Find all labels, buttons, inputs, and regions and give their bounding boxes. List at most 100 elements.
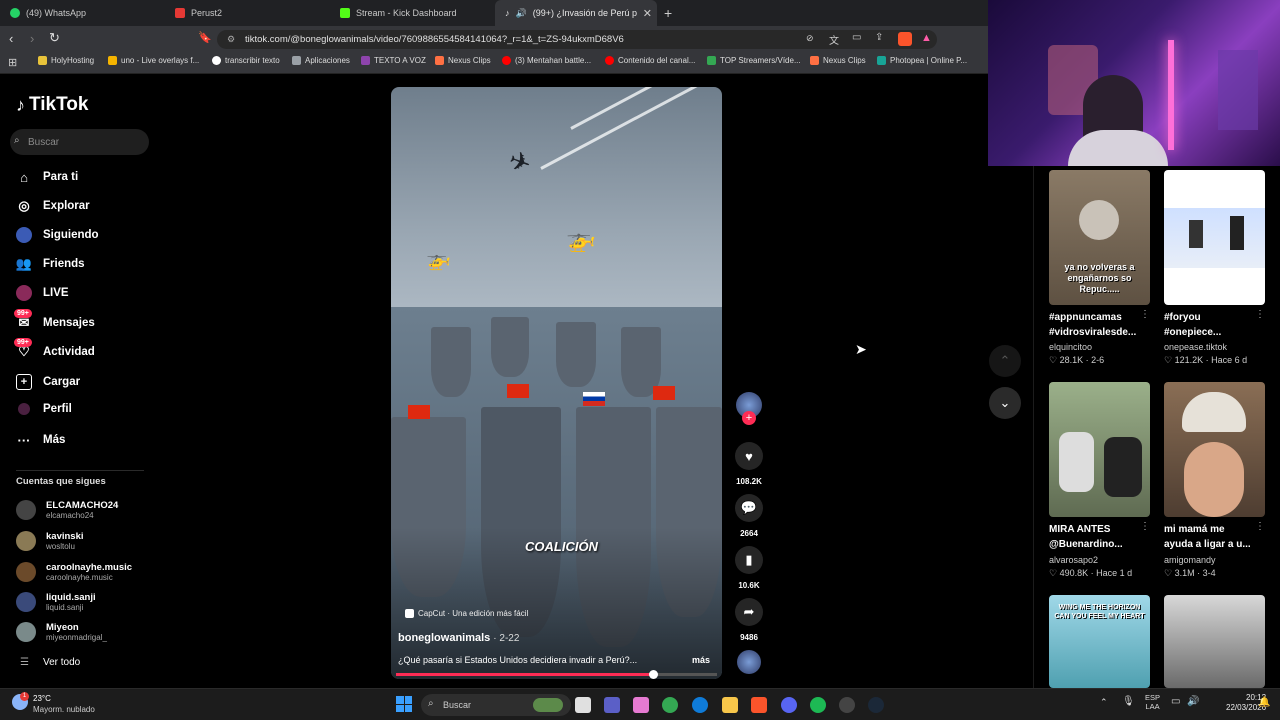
- recommended-thumb[interactable]: [1164, 595, 1265, 688]
- apps-grid-icon[interactable]: ⊞: [8, 56, 17, 69]
- following-item[interactable]: Miyeon miyeonmadrigal_: [16, 622, 107, 642]
- progress-handle[interactable]: [648, 670, 658, 679]
- close-tab-icon[interactable]: ✕: [643, 7, 652, 20]
- video-player[interactable]: ✈ 🚁 🚁 COALICIÓN CapCut · Una edición más…: [391, 87, 722, 679]
- recommended-caption[interactable]: #appnuncamas #vidrosviralesde...: [1049, 310, 1149, 340]
- more-options-icon[interactable]: ⋮: [1140, 309, 1150, 320]
- nav-actividad[interactable]: ♡ 99+ Actividad: [14, 338, 95, 360]
- nav-siguiendo[interactable]: Siguiendo: [16, 227, 99, 243]
- recommended-thumb[interactable]: [1164, 382, 1265, 517]
- like-action[interactable]: ♥ 108.2K: [735, 442, 763, 486]
- nav-mensajes[interactable]: ✉ 99+ Mensajes: [14, 309, 95, 331]
- tab-whatsapp[interactable]: (49) WhatsApp: [0, 0, 165, 26]
- nav-live[interactable]: LIVE: [16, 285, 69, 301]
- bookmark-item[interactable]: Nexus Clips: [435, 56, 491, 65]
- bookmark-item[interactable]: transcribir texto: [212, 56, 280, 65]
- tab-kick-dashboard[interactable]: Stream - Kick Dashboard: [330, 0, 495, 26]
- site-info-icon[interactable]: ⚙: [227, 34, 235, 45]
- recommended-thumb[interactable]: ya no volveras a engañarnos so Repuc....…: [1049, 170, 1150, 305]
- brave-rewards-icon[interactable]: ▲: [921, 32, 932, 44]
- recommended-user[interactable]: alvarosapo2: [1049, 555, 1098, 565]
- recommended-user[interactable]: onepease.tiktok: [1164, 342, 1227, 352]
- recommended-caption[interactable]: #foryou #onepiece...: [1164, 310, 1264, 340]
- bookmark-icon[interactable]: 🔖: [198, 31, 212, 44]
- brave-shield-icon[interactable]: [898, 32, 912, 46]
- following-item[interactable]: caroolnayhe.music caroolnayhe.music: [16, 562, 132, 582]
- bookmark-item[interactable]: Nexus Clips: [810, 56, 866, 65]
- notification-icon[interactable]: 🔔: [1258, 697, 1270, 708]
- microphone-icon[interactable]: 🎙: [1122, 696, 1135, 707]
- following-item[interactable]: ELCAMACHO24 elcamacho24: [16, 500, 118, 520]
- volume-icon[interactable]: 🔊: [1187, 696, 1199, 707]
- translate-icon[interactable]: 文: [829, 32, 839, 47]
- taskbar-search[interactable]: ⌕ Buscar: [421, 694, 571, 716]
- bookmark-item[interactable]: Photopea | Online P...: [877, 56, 967, 65]
- new-tab-icon[interactable]: +: [664, 5, 672, 21]
- capcut-link[interactable]: CapCut · Una edición más fácil: [405, 609, 528, 618]
- file-explorer-icon[interactable]: [722, 697, 738, 713]
- heart-icon[interactable]: ♥: [735, 442, 763, 470]
- share-icon[interactable]: ⇪: [875, 32, 883, 43]
- recommended-thumb[interactable]: WING ME THE HORIZON CAN YOU FEEL MY HEAR…: [1049, 595, 1150, 688]
- nav-para-ti[interactable]: ⌂ Para ti: [16, 169, 78, 185]
- nav-mas[interactable]: ··· Más: [16, 432, 66, 448]
- share-action[interactable]: ➦ 9486: [735, 598, 763, 642]
- previous-video-button[interactable]: ⌃: [989, 345, 1021, 377]
- comment-icon[interactable]: 💬: [735, 494, 763, 522]
- bookmark-item[interactable]: HolyHosting: [38, 56, 94, 65]
- language-indicator[interactable]: ESP LAA: [1145, 693, 1160, 711]
- nav-friends[interactable]: 👥 Friends: [16, 256, 85, 272]
- comment-action[interactable]: 💬 2664: [735, 494, 763, 538]
- spotify-icon[interactable]: [810, 697, 826, 713]
- recommended-user[interactable]: elquincitoo: [1049, 342, 1092, 352]
- more-link[interactable]: más: [692, 655, 710, 665]
- share-arrow-icon[interactable]: ➦: [735, 598, 763, 626]
- bookmark-item[interactable]: TOP Streamers/Víde...: [707, 56, 801, 65]
- bookmark-item[interactable]: Aplicaciones: [292, 56, 350, 65]
- nav-perfil[interactable]: Perfil: [16, 403, 72, 415]
- bookmark-item[interactable]: (3) Mentahan battle...: [502, 56, 591, 65]
- reload-icon[interactable]: ↻: [49, 30, 60, 46]
- more-options-icon[interactable]: ⋮: [1140, 521, 1150, 532]
- teams-icon[interactable]: [604, 697, 620, 713]
- windows-start-icon[interactable]: [396, 696, 412, 712]
- bookmark-item[interactable]: Contenido del canal...: [605, 56, 695, 65]
- tiktok-logo[interactable]: ♪ TikTok: [16, 94, 88, 116]
- no-tracking-icon[interactable]: ⊘: [806, 33, 814, 44]
- obs-icon[interactable]: [839, 697, 855, 713]
- bookmark-item[interactable]: TEXTO A VOZ: [361, 56, 426, 65]
- tray-chevron-icon[interactable]: ⌃: [1100, 697, 1108, 708]
- forward-icon[interactable]: ›: [30, 31, 34, 46]
- chrome-icon[interactable]: [662, 697, 678, 713]
- nav-cargar[interactable]: + Cargar: [16, 374, 80, 390]
- recommended-thumb[interactable]: [1164, 170, 1265, 305]
- steam-icon[interactable]: [868, 697, 884, 713]
- more-options-icon[interactable]: ⋮: [1255, 521, 1265, 532]
- author-avatar-block[interactable]: +: [735, 392, 763, 425]
- follow-plus-icon[interactable]: +: [742, 411, 756, 425]
- following-item[interactable]: kavinski wosltolu: [16, 531, 84, 551]
- sound-disc-icon[interactable]: [737, 650, 761, 674]
- save-action[interactable]: ▮ 10.6K: [735, 546, 763, 590]
- weather-temp[interactable]: 23°C: [33, 694, 51, 703]
- next-video-button[interactable]: ⌄: [989, 387, 1021, 419]
- recommended-caption[interactable]: mi mamá me ayuda a ligar a u...: [1164, 522, 1264, 552]
- recommended-thumb[interactable]: [1049, 382, 1150, 517]
- back-icon[interactable]: ‹: [9, 31, 13, 46]
- recommended-user[interactable]: amigomandy: [1164, 555, 1216, 565]
- more-options-icon[interactable]: ⋮: [1255, 309, 1265, 320]
- tab-tiktok-active[interactable]: ♪ 🔊 (99+) ¿Invasión de Perú por E ✕: [495, 0, 657, 26]
- tab-perust2[interactable]: Perust2: [165, 0, 330, 26]
- edge-icon[interactable]: [692, 697, 708, 713]
- see-all-link[interactable]: ☰ Ver todo: [20, 657, 80, 668]
- bookmark-item[interactable]: uno - Live overlays f...: [108, 56, 199, 65]
- nav-explorar[interactable]: ◎ Explorar: [16, 198, 89, 214]
- search-input[interactable]: ⌕ Buscar: [10, 129, 149, 155]
- network-icon[interactable]: ▭: [1171, 696, 1180, 707]
- video-author[interactable]: boneglowanimals: [398, 632, 490, 644]
- task-view-icon[interactable]: [575, 697, 591, 713]
- bookmark-icon[interactable]: ▮: [735, 546, 763, 574]
- discord-icon[interactable]: [781, 697, 797, 713]
- following-item[interactable]: liquid.sanji liquid.sanji: [16, 592, 96, 612]
- cast-icon[interactable]: ▭: [852, 32, 861, 43]
